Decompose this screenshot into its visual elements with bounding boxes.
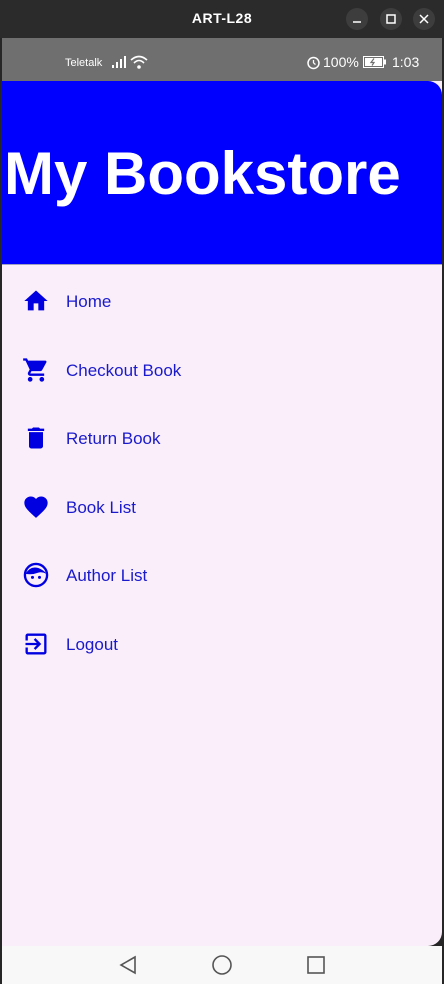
drawer-menu: Home Checkout Book Return Book Book List	[2, 265, 442, 677]
alarm-icon	[307, 56, 320, 69]
menu-item-label: Book List	[66, 497, 136, 517]
status-right: 100%	[306, 54, 387, 70]
menu-item-label: Author List	[66, 566, 148, 586]
menu-item-book-list[interactable]: Book List	[2, 471, 442, 540]
maximize-icon	[386, 14, 396, 24]
back-icon[interactable]	[116, 954, 140, 976]
menu-item-label: Logout	[66, 634, 118, 654]
close-button[interactable]	[413, 8, 435, 30]
signal-icon	[112, 56, 126, 68]
clock: 1:03	[392, 54, 420, 70]
maximize-button[interactable]	[380, 8, 402, 30]
heart-icon	[24, 496, 48, 518]
screen-corner	[428, 932, 442, 946]
phone-screen: Teletalk 100% 1:03 My Bookstore Home Che…	[2, 38, 442, 984]
menu-item-logout[interactable]: Logout	[2, 608, 442, 677]
menu-item-label: Checkout Book	[66, 360, 182, 380]
drawer-title: My Bookstore	[4, 140, 401, 207]
menu-item-label: Return Book	[66, 429, 161, 449]
battery-percent: 100%	[323, 54, 359, 70]
navigation-bar	[2, 946, 442, 984]
window-title: ART-L28	[191, 10, 253, 26]
trash-icon	[27, 427, 45, 449]
menu-item-checkout-book[interactable]: Checkout Book	[2, 334, 442, 403]
menu-item-return-book[interactable]: Return Book	[2, 402, 442, 471]
window-titlebar: ART-L28	[0, 0, 444, 38]
face-icon	[23, 563, 49, 588]
menu-item-label: Home	[66, 292, 112, 311]
wifi-icon	[130, 55, 148, 69]
recents-icon[interactable]	[304, 954, 328, 976]
logout-icon	[25, 633, 47, 655]
close-icon	[419, 14, 429, 24]
carrier-name: Teletalk	[65, 57, 103, 69]
battery-icon	[362, 56, 386, 68]
drawer-header: My Bookstore	[2, 81, 442, 265]
cart-icon	[23, 357, 47, 382]
emulator-window: ART-L28 Teletalk 100% 1:03 My Bookstore …	[0, 0, 444, 984]
home-circle-icon[interactable]	[210, 954, 234, 976]
menu-item-author-list[interactable]: Author List	[2, 539, 442, 608]
minimize-button[interactable]	[346, 8, 368, 30]
menu-item-home[interactable]: Home	[2, 265, 442, 334]
status-bar: Teletalk 100% 1:03	[2, 38, 442, 81]
minimize-icon	[353, 21, 361, 23]
home-icon	[24, 290, 48, 311]
